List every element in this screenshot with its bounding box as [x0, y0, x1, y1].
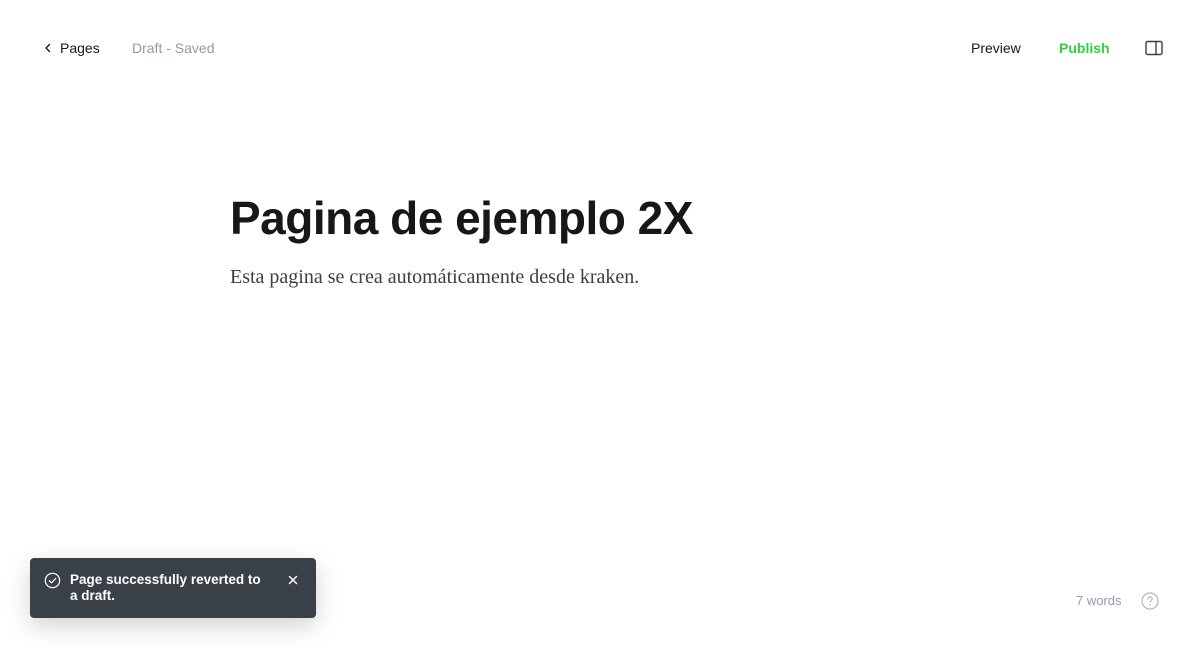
publish-button[interactable]: Publish: [1059, 38, 1110, 58]
editor-area: Pagina de ejemplo 2X Esta pagina se crea…: [230, 186, 970, 293]
chevron-left-icon: [42, 42, 54, 54]
sidebar-panel-icon: [1145, 40, 1163, 56]
page-title[interactable]: Pagina de ejemplo 2X: [230, 186, 970, 250]
back-to-pages-link[interactable]: Pages: [42, 38, 100, 58]
close-icon[interactable]: [286, 573, 300, 587]
preview-button[interactable]: Preview: [971, 38, 1021, 58]
notification-toast: Page successfully reverted to a draft.: [30, 558, 316, 618]
editor-topbar: Pages Draft - Saved Preview Publish: [0, 0, 1200, 94]
help-circle-icon[interactable]: [1141, 592, 1159, 610]
back-link-label: Pages: [60, 40, 100, 56]
toast-message: Page successfully reverted to a draft.: [70, 572, 261, 603]
settings-sidebar-toggle[interactable]: [1144, 38, 1164, 58]
page-body-text[interactable]: Esta pagina se crea automáticamente desd…: [230, 261, 970, 293]
save-status: Draft - Saved: [132, 40, 215, 56]
word-count: 7 words: [1076, 593, 1122, 608]
check-circle-icon: [44, 572, 61, 589]
